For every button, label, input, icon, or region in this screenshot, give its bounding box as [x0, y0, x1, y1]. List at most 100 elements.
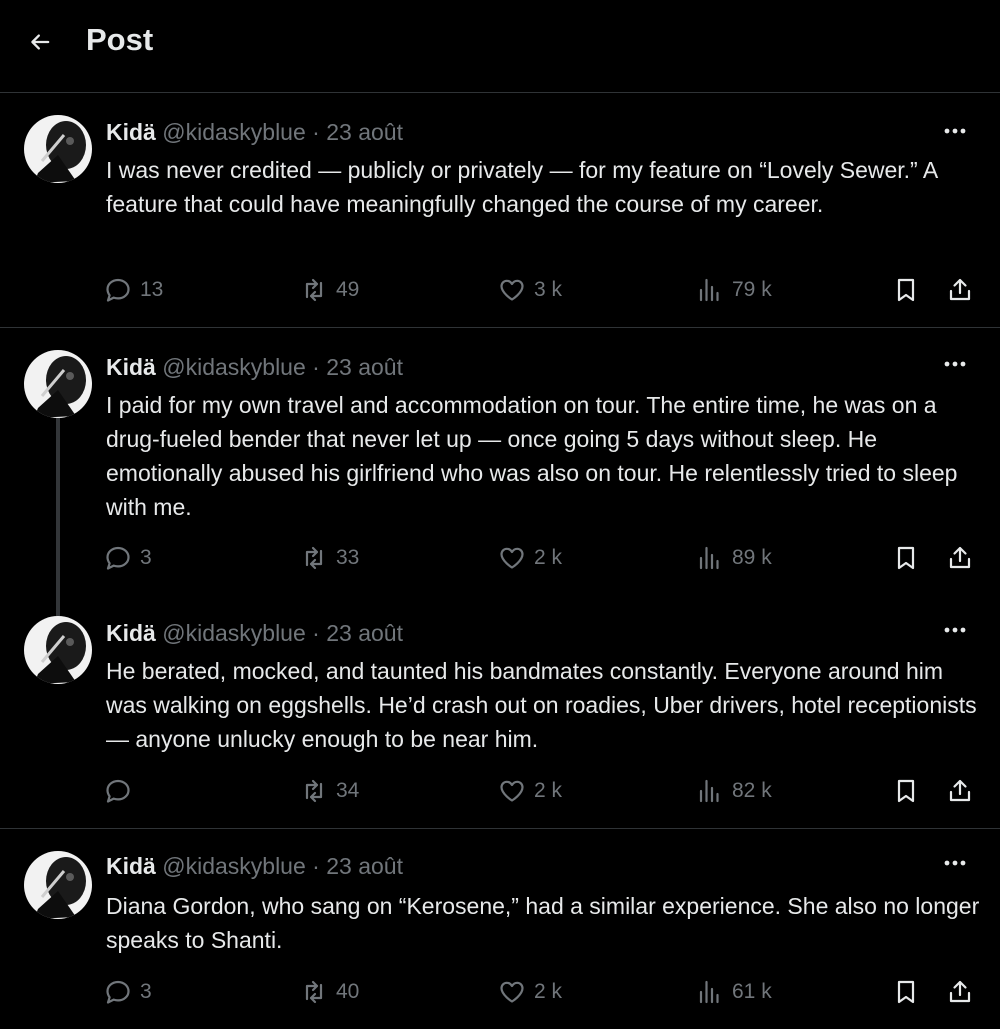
views-button[interactable]: 61 k — [696, 975, 772, 1009]
share-button[interactable] — [946, 774, 974, 808]
views-button[interactable]: 82 k — [696, 774, 772, 808]
avatar[interactable] — [24, 851, 92, 919]
author-name[interactable]: Kidä — [106, 853, 156, 879]
share-icon — [949, 980, 971, 1003]
reply-icon — [106, 980, 130, 1004]
share-icon — [949, 779, 971, 802]
tweet-actions: 3 40 2 k 61 k — [104, 975, 984, 1009]
bookmark-button[interactable] — [892, 273, 920, 307]
like-count: 3 k — [534, 278, 563, 301]
more-horizontal-icon — [944, 627, 966, 633]
arrow-left-icon — [31, 34, 50, 50]
post-header: Post — [0, 0, 1000, 93]
author-name[interactable]: Kidä — [106, 119, 156, 145]
reply-icon — [106, 779, 130, 803]
avatar-image — [24, 851, 92, 919]
views-count: 61 k — [732, 980, 772, 1003]
reply-count: 3 — [140, 980, 152, 1003]
share-button[interactable] — [946, 541, 974, 575]
share-button[interactable] — [946, 975, 974, 1009]
tweet-meta: Kidä @kidaskyblue · 23 août — [106, 354, 403, 381]
share-icon — [949, 546, 971, 569]
reply-button[interactable]: 3 — [104, 975, 152, 1009]
views-count: 82 k — [732, 779, 772, 802]
tweet-meta: Kidä @kidaskyblue · 23 août — [106, 119, 403, 146]
tweet-actions: 13 49 3 k 79 k — [104, 273, 984, 307]
like-button[interactable]: 2 k — [498, 975, 562, 1009]
more-options-button[interactable] — [940, 618, 970, 642]
page-title: Post — [86, 22, 154, 57]
author-handle[interactable]: @kidaskyblue — [162, 620, 306, 646]
tweet[interactable]: Kidä @kidaskyblue · 23 août I was never … — [0, 93, 1000, 328]
post-date[interactable]: 23 août — [326, 354, 403, 380]
tweet[interactable]: Kidä @kidaskyblue · 23 août I paid for m… — [0, 328, 1000, 598]
reply-count: 3 — [140, 546, 152, 569]
reply-button[interactable] — [104, 774, 140, 808]
bookmark-button[interactable] — [892, 541, 920, 575]
bookmark-icon — [897, 546, 915, 570]
meta-separator: · — [312, 620, 320, 646]
like-button[interactable]: 2 k — [498, 774, 562, 808]
like-button[interactable]: 3 k — [498, 273, 562, 307]
back-button[interactable] — [26, 28, 54, 56]
post-date[interactable]: 23 août — [326, 853, 403, 879]
views-button[interactable]: 89 k — [696, 541, 772, 575]
avatar-image — [24, 350, 92, 418]
post-date[interactable]: 23 août — [326, 119, 403, 145]
repost-icon — [305, 980, 323, 1004]
like-button[interactable]: 2 k — [498, 541, 562, 575]
views-icon — [699, 546, 719, 570]
repost-count: 49 — [336, 278, 360, 301]
author-handle[interactable]: @kidaskyblue — [162, 354, 306, 380]
more-options-button[interactable] — [940, 352, 970, 376]
author-name[interactable]: Kidä — [106, 620, 156, 646]
share-button[interactable] — [946, 273, 974, 307]
author-name[interactable]: Kidä — [106, 354, 156, 380]
repost-count: 33 — [336, 546, 360, 569]
reply-button[interactable]: 3 — [104, 541, 152, 575]
views-icon — [699, 278, 719, 302]
repost-icon — [305, 278, 323, 302]
author-handle[interactable]: @kidaskyblue — [162, 119, 306, 145]
repost-button[interactable]: 34 — [300, 774, 359, 808]
more-horizontal-icon — [944, 128, 966, 134]
repost-button[interactable]: 49 — [300, 273, 359, 307]
reply-button[interactable]: 13 — [104, 273, 163, 307]
repost-icon — [305, 779, 323, 803]
repost-count: 34 — [336, 779, 360, 802]
reply-icon — [106, 546, 130, 570]
tweet[interactable]: Kidä @kidaskyblue · 23 août He berated, … — [0, 598, 1000, 829]
bookmark-icon — [897, 980, 915, 1004]
tweet[interactable]: Kidä @kidaskyblue · 23 août Diana Gordon… — [0, 829, 1000, 1029]
avatar[interactable] — [24, 115, 92, 183]
repost-button[interactable]: 40 — [300, 975, 359, 1009]
more-horizontal-icon — [944, 860, 966, 866]
more-options-button[interactable] — [940, 851, 970, 875]
tweet-text: I was never credited — publicly or priva… — [106, 157, 937, 217]
repost-button[interactable]: 33 — [300, 541, 359, 575]
views-button[interactable]: 79 k — [696, 273, 772, 307]
tweet-text: I paid for my own travel and accommodati… — [106, 392, 958, 520]
views-count: 79 k — [732, 278, 772, 301]
tweet-actions: 34 2 k 82 k — [104, 774, 984, 808]
bookmark-button[interactable] — [892, 774, 920, 808]
more-horizontal-icon — [944, 361, 966, 367]
like-count: 2 k — [534, 980, 563, 1003]
like-count: 2 k — [534, 546, 563, 569]
reply-icon — [106, 278, 130, 302]
bookmark-button[interactable] — [892, 975, 920, 1009]
tweet-actions: 3 33 2 k 89 k — [104, 541, 984, 575]
heart-icon — [500, 279, 524, 301]
repost-count: 40 — [336, 980, 360, 1003]
heart-icon — [500, 981, 524, 1003]
more-options-button[interactable] — [940, 119, 970, 143]
meta-separator: · — [312, 119, 320, 145]
avatar[interactable] — [24, 616, 92, 684]
heart-icon — [500, 547, 524, 569]
avatar[interactable] — [24, 350, 92, 418]
author-handle[interactable]: @kidaskyblue — [162, 853, 306, 879]
post-date[interactable]: 23 août — [326, 620, 403, 646]
tweet-text: Diana Gordon, who sang on “Kerosene,” ha… — [106, 893, 980, 953]
avatar-image — [24, 616, 92, 684]
like-count: 2 k — [534, 779, 563, 802]
